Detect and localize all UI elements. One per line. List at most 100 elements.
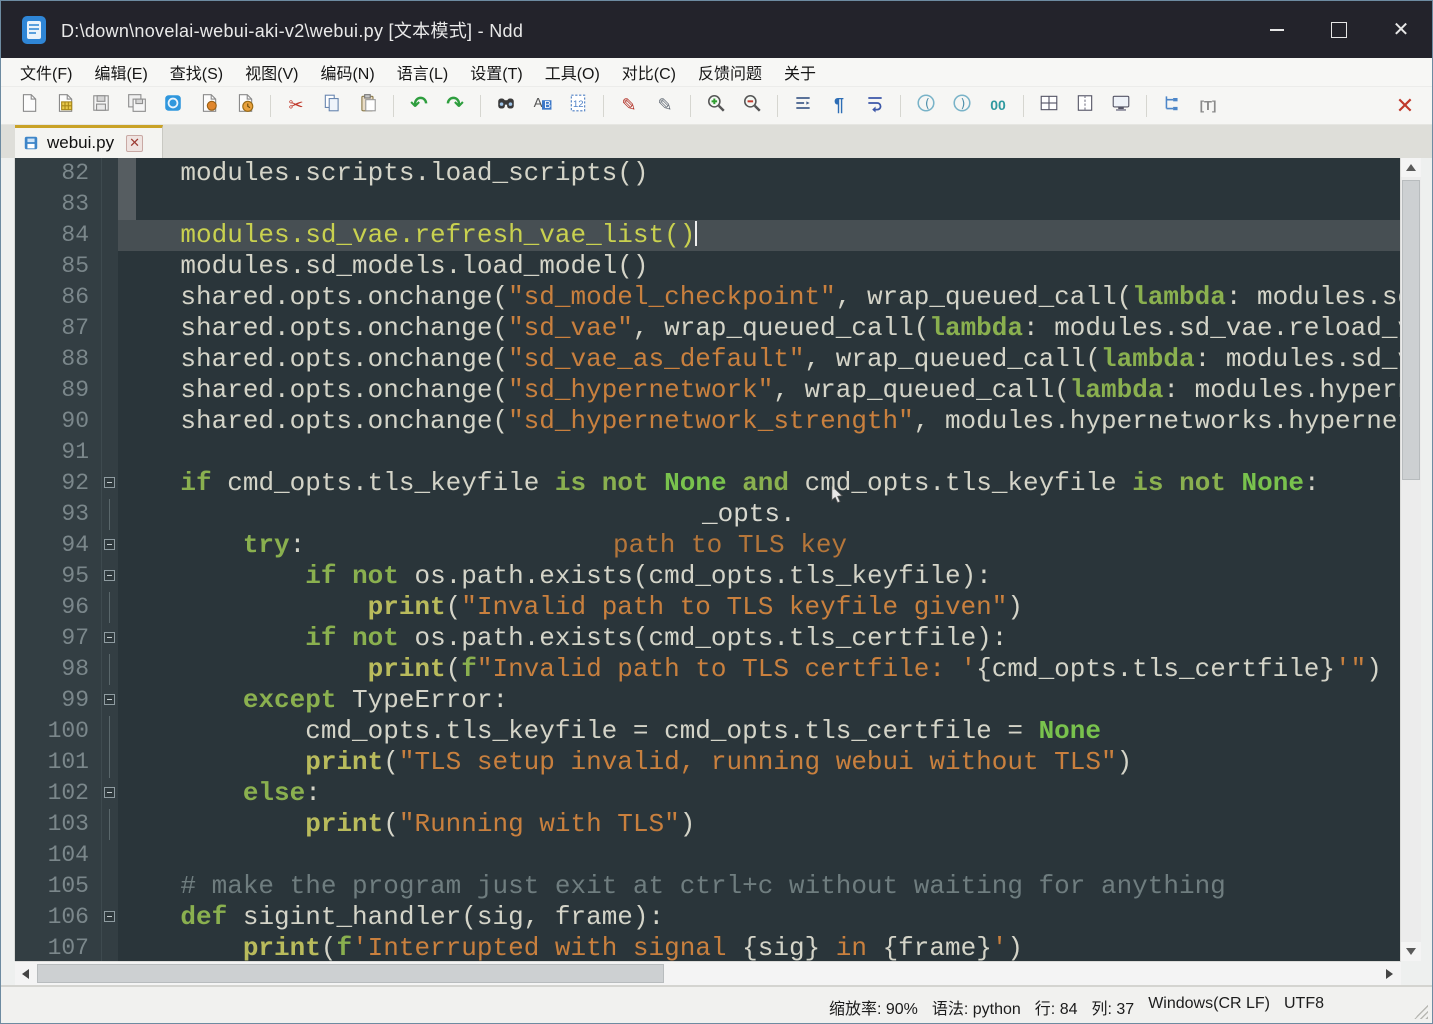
brace-open-button[interactable]: (: [911, 92, 941, 120]
code-line-84[interactable]: modules.sd_vae.refresh_vae_list(): [118, 220, 1400, 251]
code-token: , wrap_queued_call(: [633, 313, 929, 343]
menu-item-settings[interactable]: 设置(T): [459, 58, 533, 86]
fold-toggle[interactable]: [102, 530, 118, 561]
tab-webui-py[interactable]: webui.py ✕: [15, 125, 163, 158]
code-line-105[interactable]: # make the program just exit at ctrl+c w…: [118, 871, 1400, 902]
menu-item-file[interactable]: 文件(F): [9, 58, 83, 86]
save-all-button[interactable]: [122, 92, 152, 120]
split-vertical-icon: [1075, 93, 1095, 118]
fold-box-icon: [104, 911, 115, 922]
code-line-83[interactable]: [118, 189, 1400, 220]
toolbar: ✂ ↶↷ AB12 ✎✎ ¶ ()00 [T] ✕: [1, 87, 1432, 125]
toolbar-close-button[interactable]: ✕: [1392, 93, 1418, 119]
code-line-106[interactable]: def sigint_handler(sig, frame):: [118, 902, 1400, 933]
show-symbols-icon: ¶: [834, 96, 844, 116]
code-line-88[interactable]: shared.opts.onchange("sd_vae_as_default"…: [118, 344, 1400, 375]
monitor-view-button[interactable]: [1106, 92, 1136, 120]
close-file-button[interactable]: [158, 92, 188, 120]
code-line-103[interactable]: print("Running with TLS"): [118, 809, 1400, 840]
mark-all-button[interactable]: 00: [983, 92, 1013, 120]
menu-item-edit[interactable]: 编辑(E): [83, 58, 158, 86]
code-view[interactable]: modules.scripts.load_scripts() modules.s…: [118, 158, 1400, 961]
line-number: 103: [15, 809, 101, 840]
code-token: (: [383, 747, 399, 777]
minimize-icon: [1270, 29, 1284, 31]
function-list-button[interactable]: [1157, 92, 1187, 120]
word-wrap-button[interactable]: [860, 92, 890, 120]
undo-button[interactable]: ↶: [404, 92, 434, 120]
scroll-right-arrow[interactable]: [1379, 963, 1399, 984]
resize-grip[interactable]: [1414, 1005, 1428, 1019]
fold-toggle[interactable]: [102, 623, 118, 654]
scroll-left-arrow[interactable]: [15, 963, 35, 984]
code-line-100[interactable]: cmd_opts.tls_keyfile = cmd_opts.tls_cert…: [118, 716, 1400, 747]
code-line-94[interactable]: try:path to TLS key: [118, 530, 1400, 561]
goto-line-button[interactable]: 12: [563, 92, 593, 120]
code-line-107[interactable]: print(f'Interrupted with signal {sig} in…: [118, 933, 1400, 961]
indent-settings-button[interactable]: [788, 92, 818, 120]
horizontal-scrollbar[interactable]: [15, 961, 1401, 985]
menu-item-tools[interactable]: 工具(O): [534, 58, 611, 86]
split-vertical-button[interactable]: [1070, 92, 1100, 120]
code-line-95[interactable]: if not os.path.exists(cmd_opts.tls_keyfi…: [118, 561, 1400, 592]
menu-item-about[interactable]: 关于: [773, 58, 827, 86]
code-line-90[interactable]: shared.opts.onchange("sd_hypernetwork_st…: [118, 406, 1400, 437]
find-button[interactable]: [491, 92, 521, 120]
text-format-button[interactable]: [T]: [1193, 92, 1223, 120]
save-button[interactable]: [86, 92, 116, 120]
zoom-in-button[interactable]: [701, 92, 731, 120]
code-line-91[interactable]: [118, 437, 1400, 468]
minimize-button[interactable]: [1246, 1, 1308, 58]
redo-button[interactable]: ↷: [440, 92, 470, 120]
run-macro-button[interactable]: ✎: [650, 92, 680, 120]
open-file-button[interactable]: [50, 92, 80, 120]
new-file-button[interactable]: [14, 92, 44, 120]
replace-button[interactable]: AB: [527, 92, 557, 120]
show-symbols-button[interactable]: ¶: [824, 92, 854, 120]
menu-item-feedback[interactable]: 反馈问题: [687, 58, 773, 86]
code-line-99[interactable]: except TypeError:: [118, 685, 1400, 716]
code-line-89[interactable]: shared.opts.onchange("sd_hypernetwork", …: [118, 375, 1400, 406]
copy-button[interactable]: [317, 92, 347, 120]
menu-item-language[interactable]: 语言(L): [386, 58, 460, 86]
zoom-out-button[interactable]: [737, 92, 767, 120]
close-all-files-button[interactable]: [194, 92, 224, 120]
code-line-101[interactable]: print("TLS setup invalid, running webui …: [118, 747, 1400, 778]
cut-button[interactable]: ✂: [281, 92, 311, 120]
code-line-97[interactable]: if not os.path.exists(cmd_opts.tls_certf…: [118, 623, 1400, 654]
code-line-92[interactable]: if cmd_opts.tls_keyfile is not None and …: [118, 468, 1400, 499]
fold-toggle[interactable]: [102, 902, 118, 933]
brace-close-button[interactable]: ): [947, 92, 977, 120]
maximize-button[interactable]: [1308, 1, 1370, 58]
paste-button[interactable]: [353, 92, 383, 120]
code-line-104[interactable]: [118, 840, 1400, 871]
code-token: ): [680, 809, 696, 839]
menu-item-encoding[interactable]: 编码(N): [309, 58, 385, 86]
fold-toggle[interactable]: [102, 778, 118, 809]
menu-item-compare[interactable]: 对比(C): [611, 58, 687, 86]
record-macro-button[interactable]: ✎: [614, 92, 644, 120]
tab-close-icon[interactable]: ✕: [126, 135, 143, 152]
code-line-96[interactable]: print("Invalid path to TLS keyfile given…: [118, 592, 1400, 623]
menu-item-view[interactable]: 视图(V): [234, 58, 309, 86]
split-grid-button[interactable]: [1034, 92, 1064, 120]
fold-toggle[interactable]: [102, 685, 118, 716]
vertical-scrollbar[interactable]: [1400, 158, 1421, 961]
close-button[interactable]: ✕: [1370, 1, 1432, 58]
code-token: not: [602, 468, 649, 498]
menu-item-search[interactable]: 查找(S): [159, 58, 234, 86]
code-line-85[interactable]: modules.sd_models.load_model(): [118, 251, 1400, 282]
horizontal-scroll-thumb[interactable]: [37, 964, 664, 983]
fold-toggle[interactable]: [102, 561, 118, 592]
code-line-93[interactable]: _opts.: [118, 499, 1400, 530]
code-line-98[interactable]: print(f"Invalid path to TLS certfile: '{…: [118, 654, 1400, 685]
code-line-86[interactable]: shared.opts.onchange("sd_model_checkpoin…: [118, 282, 1400, 313]
code-line-82[interactable]: modules.scripts.load_scripts(): [118, 158, 1400, 189]
file-history-button[interactable]: [230, 92, 260, 120]
code-line-102[interactable]: else:: [118, 778, 1400, 809]
code-line-87[interactable]: shared.opts.onchange("sd_vae", wrap_queu…: [118, 313, 1400, 344]
vertical-scroll-thumb[interactable]: [1402, 180, 1420, 480]
fold-toggle[interactable]: [102, 468, 118, 499]
scroll-up-arrow[interactable]: [1401, 158, 1421, 177]
scroll-down-arrow[interactable]: [1401, 942, 1421, 961]
